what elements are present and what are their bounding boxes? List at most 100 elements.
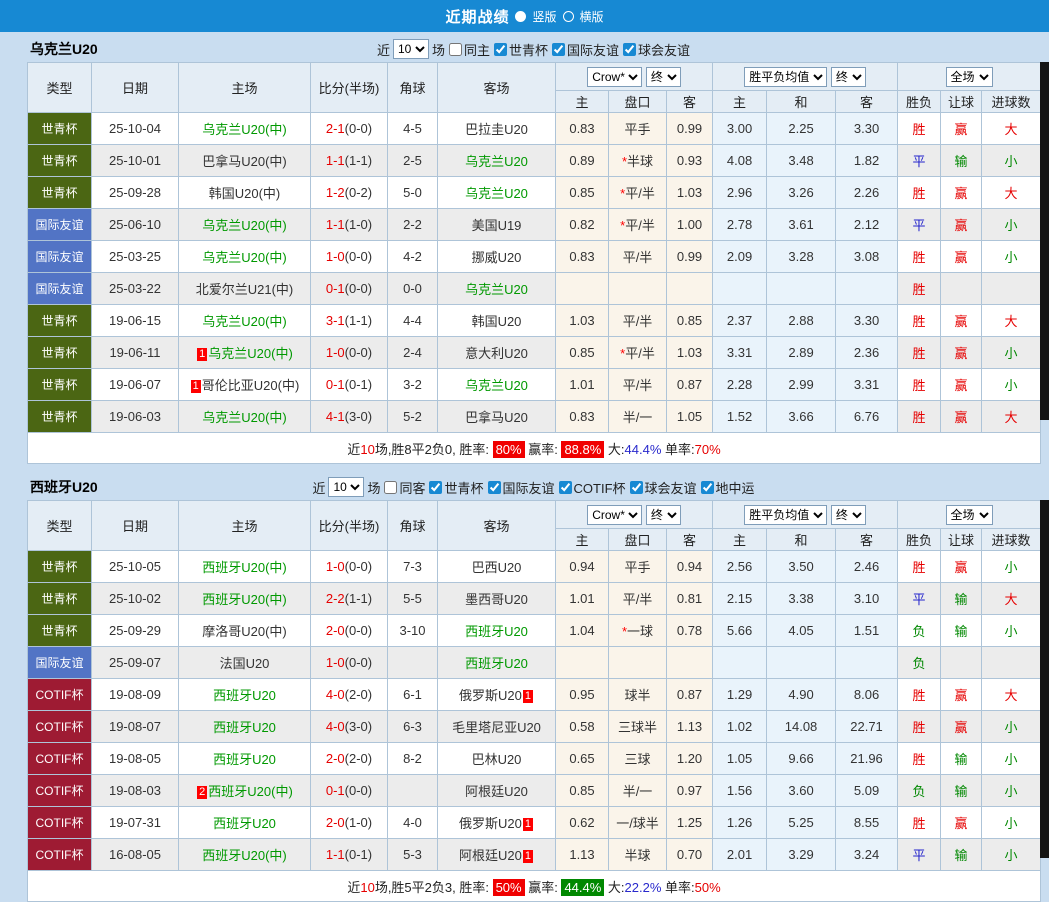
league-badge: 国际友谊 (28, 647, 92, 679)
half-score: (1-1) (345, 313, 372, 328)
match-count-select[interactable]: 10 (393, 39, 429, 59)
subcol-goals: 进球数 (982, 91, 1041, 113)
same-venue-label[interactable]: 同主 (464, 40, 490, 59)
league-filter-checkbox[interactable] (429, 481, 442, 494)
league-filter[interactable]: 地中运 (700, 478, 755, 497)
avg-draw: 3.26 (767, 177, 836, 209)
layout-radio-vertical[interactable] (515, 11, 526, 22)
scope-select[interactable]: 全场 (946, 67, 993, 87)
summary-part: 50% (695, 880, 721, 895)
scope-header-cell: 全场 (898, 501, 1041, 529)
league-badge: 世青杯 (28, 551, 92, 583)
team-name: 乌克兰U20(中) (208, 346, 293, 361)
league-filter[interactable]: COTIF杯 (558, 478, 626, 497)
same-venue-label[interactable]: 同客 (399, 478, 425, 497)
avg-draw: 4.90 (767, 679, 836, 711)
league-filter-label: 球会友谊 (645, 478, 697, 497)
summary-part: 近 (347, 442, 360, 457)
match-count-select[interactable]: 10 (328, 477, 364, 497)
odds-home: 0.85 (556, 177, 609, 209)
avg-type-select[interactable]: 胜平负均值 (744, 505, 827, 525)
same-venue-filter[interactable]: 同客 (383, 478, 425, 497)
corner-score: 0-0 (388, 273, 438, 305)
final-score: 1-1 (326, 217, 345, 232)
match-row: 世青杯19-06-03乌克兰U20(中)4-1(3-0)5-2巴拿马U200.8… (28, 401, 1041, 433)
odds-time-select[interactable]: 终 (646, 505, 681, 525)
half-score: (1-1) (345, 153, 372, 168)
odds-home: 1.03 (556, 305, 609, 337)
odds-company-select[interactable]: Crow* (587, 67, 642, 87)
odds-company-select[interactable]: Crow* (587, 505, 642, 525)
result-goals: 小 (982, 711, 1041, 743)
result-handicap: 赢 (941, 113, 982, 145)
col-header-score: 比分(半场) (311, 501, 388, 551)
avg-time-select[interactable]: 终 (831, 67, 866, 87)
league-filter-checkbox[interactable] (630, 481, 643, 494)
clipped-column-edge (1040, 62, 1049, 420)
col-header-type: 类型 (28, 63, 92, 113)
result-outcome: 胜 (898, 273, 941, 305)
half-score: (0-0) (345, 345, 372, 360)
team-name: 西班牙U20(中) (202, 560, 287, 575)
same-venue-checkbox[interactable] (384, 481, 397, 494)
half-score: (0-0) (345, 281, 372, 296)
col-header-home: 主场 (179, 63, 311, 113)
odds-away: 0.81 (667, 583, 713, 615)
league-filter[interactable]: 球会友谊 (629, 478, 697, 497)
summary-part: 场,胜8平2负0, 胜率: (375, 442, 493, 457)
result-outcome: 胜 (898, 551, 941, 583)
layout-radio-horizontal[interactable] (563, 11, 574, 22)
odds-away: 0.87 (667, 679, 713, 711)
league-filter[interactable]: 世青杯 (493, 40, 548, 59)
avg-header-cell: 胜平负均值 终 (713, 63, 898, 91)
match-date: 19-06-15 (92, 305, 179, 337)
final-score: 2-0 (326, 751, 345, 766)
league-filter-checkbox[interactable] (488, 481, 501, 494)
layout-radio-horizontal-label[interactable]: 横版 (580, 8, 604, 25)
half-score: (0-0) (345, 249, 372, 264)
match-row: COTIF杯19-08-09西班牙U204-0(2-0)6-1俄罗斯U2010.… (28, 679, 1041, 711)
avg-lose (836, 273, 898, 305)
odds-line (609, 273, 667, 305)
avg-draw: 3.48 (767, 145, 836, 177)
league-filter[interactable]: 国际友谊 (487, 478, 555, 497)
odds-home: 0.94 (556, 551, 609, 583)
league-badge: COTIF杯 (28, 807, 92, 839)
match-date: 19-07-31 (92, 807, 179, 839)
team-name: 西班牙U20 (465, 624, 528, 639)
home-team: 1乌克兰U20(中) (179, 337, 311, 369)
result-handicap: 赢 (941, 209, 982, 241)
half-score: (0-0) (345, 559, 372, 574)
avg-type-select[interactable]: 胜平负均值 (744, 67, 827, 87)
odds-time-select[interactable]: 终 (646, 67, 681, 87)
league-filter-checkbox[interactable] (559, 481, 572, 494)
summary-part: 场,胜5平2负3, 胜率: (375, 880, 493, 895)
half-score: (3-0) (345, 409, 372, 424)
match-row: COTIF杯19-08-07西班牙U204-0(3-0)6-3毛里塔尼亚U200… (28, 711, 1041, 743)
result-handicap: 输 (941, 743, 982, 775)
final-score: 2-0 (326, 623, 345, 638)
league-filter-checkbox[interactable] (494, 43, 507, 56)
layout-radio-vertical-label[interactable]: 竖版 (532, 8, 556, 25)
odds-line: 平手 (609, 113, 667, 145)
league-filter[interactable]: 世青杯 (428, 478, 483, 497)
same-venue-filter[interactable]: 同主 (448, 40, 490, 59)
subcol-result: 胜负 (898, 529, 941, 551)
avg-draw: 3.38 (767, 583, 836, 615)
same-venue-checkbox[interactable] (449, 43, 462, 56)
odds-header-cell: Crow* 终 (556, 63, 713, 91)
avg-win (713, 647, 767, 679)
match-date: 25-03-25 (92, 241, 179, 273)
league-filter[interactable]: 球会友谊 (622, 40, 690, 59)
league-filter[interactable]: 国际友谊 (551, 40, 619, 59)
league-filter-checkbox[interactable] (552, 43, 565, 56)
away-team: 乌克兰U20 (438, 273, 556, 305)
match-date: 25-10-02 (92, 583, 179, 615)
league-filter-checkbox[interactable] (701, 481, 714, 494)
result-handicap: 赢 (941, 711, 982, 743)
league-filter-checkbox[interactable] (623, 43, 636, 56)
avg-draw: 14.08 (767, 711, 836, 743)
result-handicap: 输 (941, 583, 982, 615)
avg-time-select[interactable]: 终 (831, 505, 866, 525)
scope-select[interactable]: 全场 (946, 505, 993, 525)
